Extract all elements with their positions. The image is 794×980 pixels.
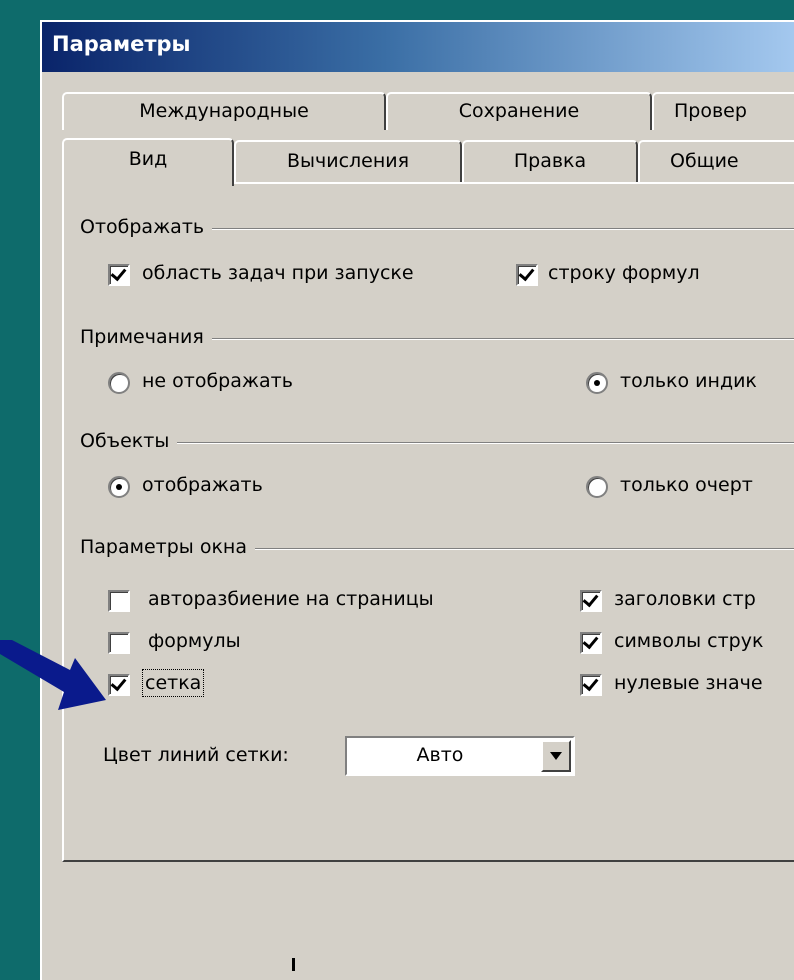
tab-international[interactable]: Международные (62, 92, 386, 130)
page-breaks-label: авторазбиение на страницы (148, 588, 434, 610)
gridline-color-select[interactable]: Авто (345, 736, 575, 776)
window-title: Параметры (52, 32, 191, 56)
gridlines-label: сетка (141, 669, 205, 697)
outline-symbols-label: символы струк (614, 630, 764, 652)
comments-indicator-label: только индик (620, 370, 757, 392)
formulas-label: формулы (148, 630, 241, 652)
formulas-checkbox[interactable] (108, 632, 130, 654)
pointer-arrow-icon (0, 640, 106, 710)
task-pane-label: область задач при запуске (142, 262, 414, 284)
objects-show-radio[interactable] (108, 476, 130, 498)
group-label-display: Отображать (80, 216, 213, 238)
comments-indicator-radio[interactable] (586, 372, 608, 394)
group-label-window-options: Параметры окна (80, 536, 255, 558)
page-breaks-checkbox[interactable] (108, 590, 130, 612)
group-label-objects: Объекты (80, 430, 178, 452)
tab-edit[interactable]: Правка (462, 140, 638, 182)
formula-bar-checkbox[interactable] (516, 264, 538, 286)
dropdown-arrow-button[interactable] (541, 740, 571, 772)
chevron-down-icon (550, 752, 562, 760)
tab-view[interactable]: Вид (62, 138, 234, 186)
gridlines-checkbox[interactable] (108, 674, 130, 696)
tab-general[interactable]: Общие (638, 140, 794, 182)
zero-values-checkbox[interactable] (580, 674, 602, 696)
objects-outline-radio[interactable] (586, 476, 608, 498)
row-col-headers-checkbox[interactable] (580, 590, 602, 612)
tab-calculation[interactable]: Вычисления (234, 140, 462, 182)
cursor-mark (292, 958, 295, 971)
tab-save[interactable]: Сохранение (386, 92, 652, 130)
group-label-comments: Примечания (80, 326, 212, 348)
outline-symbols-checkbox[interactable] (580, 632, 602, 654)
zero-values-label: нулевые значе (614, 672, 763, 694)
objects-show-label: отображать (142, 474, 263, 496)
comments-none-label: не отображать (142, 370, 293, 392)
objects-outline-label: только очерт (620, 474, 753, 496)
gridline-color-label: Цвет линий сетки: (103, 744, 289, 766)
tab-error-checking[interactable]: Провер (652, 92, 794, 130)
gridline-color-value: Авто (416, 744, 464, 766)
row-col-headers-label: заголовки стр (614, 588, 756, 610)
comments-none-radio[interactable] (108, 372, 130, 394)
group-divider (80, 442, 794, 444)
formula-bar-label: строку формул (548, 262, 700, 284)
task-pane-checkbox[interactable] (108, 264, 130, 286)
